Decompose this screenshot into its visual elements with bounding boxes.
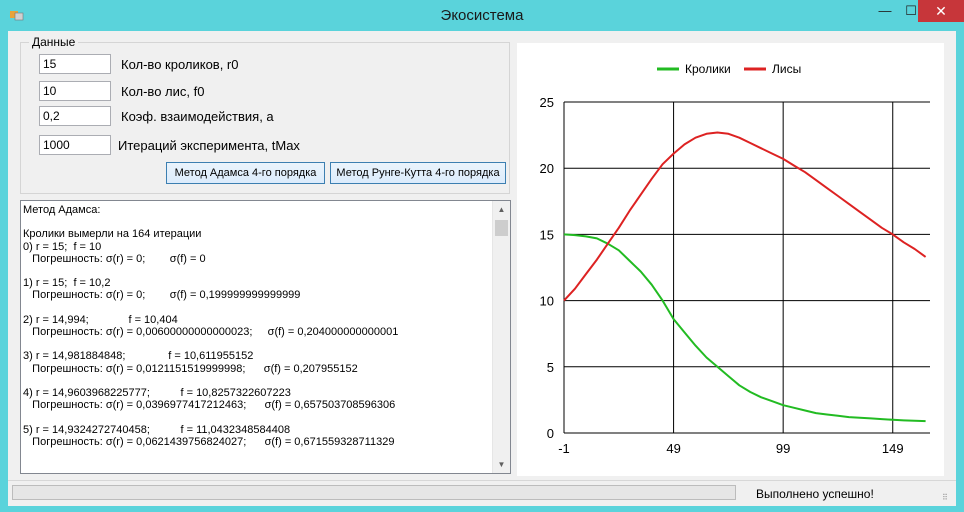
group-legend: Данные (29, 35, 79, 49)
scroll-thumb[interactable] (495, 220, 508, 236)
status-text: Выполнено успешно! (756, 487, 874, 501)
iterations-input[interactable]: 1000 (39, 135, 111, 155)
y-tick-label: 20 (540, 161, 554, 176)
adams-method-button[interactable]: Метод Адамса 4-го порядка (166, 162, 325, 184)
foxes-input[interactable]: 10 (39, 81, 111, 101)
x-tick-label: 99 (776, 441, 790, 456)
resize-grip-icon[interactable]: ⠿ (942, 493, 952, 503)
legend-label-0: Кролики (685, 62, 731, 76)
rabbits-input[interactable]: 15 (39, 54, 111, 74)
app-window: Экосистема — ☐ ✕ Данные 15 Кол-во кролик… (0, 0, 964, 512)
results-text: Метод Адамса: Кролики вымерли на 164 ите… (23, 204, 399, 448)
legend-label-1: Лисы (772, 62, 801, 76)
status-bar: Выполнено успешно! ⠿ (8, 480, 956, 506)
series-line-1 (563, 131, 927, 302)
y-tick-label: 10 (540, 294, 554, 309)
minimize-button[interactable]: — (872, 0, 898, 22)
x-tick-label: 49 (666, 441, 680, 456)
client-area: Данные 15 Кол-во кроликов, r0 10 Кол-во … (8, 31, 956, 506)
series-line-0 (563, 233, 926, 423)
population-chart: 0 5 10 15 20 25 -1 49 99 149 Кролики Лисы (517, 43, 944, 476)
runge-kutta-button[interactable]: Метод Рунге-Кутта 4-го порядка (330, 162, 506, 184)
close-button[interactable]: ✕ (918, 0, 964, 22)
window-title: Экосистема (440, 7, 524, 24)
x-tick-label: 149 (882, 441, 904, 456)
y-tick-label: 5 (547, 360, 554, 375)
chart-svg: 0 5 10 15 20 25 -1 49 99 149 Кролики Лисы (540, 62, 930, 456)
vertical-scrollbar[interactable]: ▲ ▼ (492, 201, 510, 473)
foxes-label: Кол-во лис, f0 (121, 84, 205, 99)
y-tick-label: 15 (540, 227, 554, 242)
interaction-coef-label: Коэф. взаимодействия, a (121, 109, 274, 124)
results-textbox[interactable]: Метод Адамса: Кролики вымерли на 164 ите… (20, 200, 511, 474)
interaction-coef-input[interactable]: 0,2 (39, 106, 111, 126)
rabbits-label: Кол-во кроликов, r0 (121, 57, 239, 72)
progress-bar (12, 485, 736, 500)
data-groupbox: Данные 15 Кол-во кроликов, r0 10 Кол-во … (20, 35, 510, 194)
y-tick-label: 25 (540, 95, 554, 110)
scroll-up-icon[interactable]: ▲ (493, 201, 510, 218)
y-tick-label: 0 (547, 426, 554, 441)
x-tick-label: -1 (558, 441, 570, 456)
iterations-label: Итераций эксперимента, tMax (118, 138, 300, 153)
title-bar[interactable]: Экосистема — ☐ ✕ (0, 0, 964, 32)
scroll-down-icon[interactable]: ▼ (493, 456, 510, 473)
